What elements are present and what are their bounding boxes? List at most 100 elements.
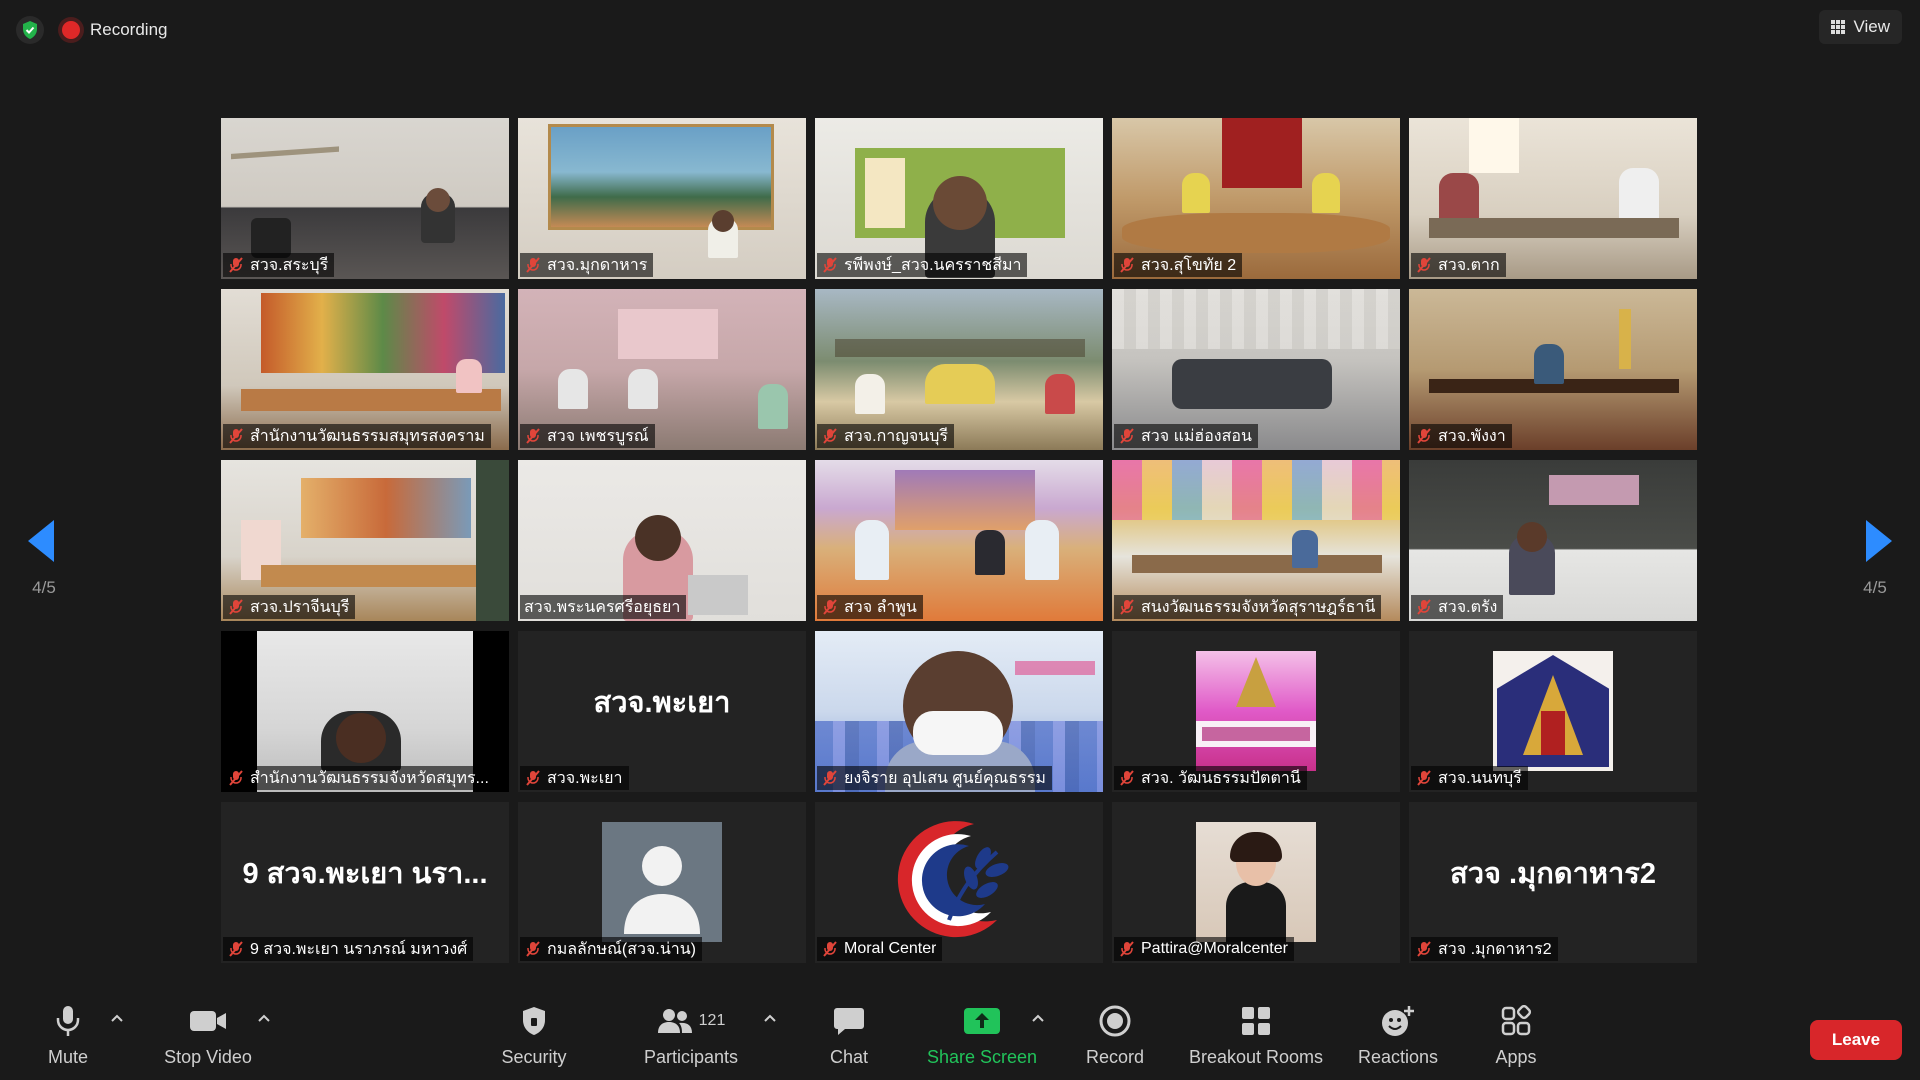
smiley-plus-icon	[1380, 1003, 1416, 1039]
participant-tile[interactable]: Pattira@Moralcenter	[1112, 802, 1400, 963]
stop-video-button[interactable]: Stop Video	[158, 1003, 258, 1075]
mute-button[interactable]: Mute	[40, 1003, 96, 1075]
record-button[interactable]: Record	[1084, 1003, 1146, 1075]
video-camera-icon	[189, 1003, 227, 1039]
share-screen-button[interactable]: Share Screen	[927, 1003, 1037, 1075]
shield-icon	[520, 1003, 548, 1039]
participant-tile[interactable]: สวจ.นนทบุรี	[1409, 631, 1697, 792]
audio-options-chevron-up-icon[interactable]	[109, 1011, 125, 1027]
participant-name: สำนักงานวัฒนธรรมสมุทรสงคราม	[250, 427, 485, 445]
participant-name: สวจ.พังงา	[1438, 427, 1506, 445]
participant-nameplate: สนงวัฒนธรรมจังหวัดสุราษฎร์ธานี	[1114, 595, 1382, 619]
participant-name: สนงวัฒนธรรมจังหวัดสุราษฎร์ธานี	[1141, 598, 1376, 616]
participant-tile[interactable]: สวจ.กาญจนบุรี	[815, 289, 1103, 450]
participant-name: สวจ. วัฒนธรรมปัตตานี	[1141, 769, 1301, 787]
apps-icon	[1500, 1003, 1532, 1039]
mic-muted-icon	[1120, 941, 1134, 957]
record-icon	[1099, 1003, 1131, 1039]
share-options-chevron-up-icon[interactable]	[1030, 1011, 1046, 1027]
mic-muted-icon	[229, 941, 243, 957]
next-page-arrow-icon[interactable]	[1858, 516, 1898, 566]
mic-muted-icon	[1417, 941, 1431, 957]
participant-tile[interactable]: สวจ.มุกดาหาร	[518, 118, 806, 279]
participant-tile[interactable]: รพีพงษ์_สวจ.นครราชสีมา	[815, 118, 1103, 279]
security-shield-icon[interactable]	[16, 16, 44, 44]
participant-tile[interactable]: สำนักงานวัฒนธรรมจังหวัดสมุทร...	[221, 631, 509, 792]
mic-muted-icon	[823, 770, 837, 786]
participant-nameplate: สำนักงานวัฒนธรรมจังหวัดสมุทร...	[223, 766, 495, 790]
apps-button[interactable]: Apps	[1490, 1003, 1542, 1075]
participant-nameplate: สวจ แม่ฮ่องสอน	[1114, 424, 1258, 448]
previous-page-arrow-icon[interactable]	[22, 516, 62, 566]
mute-label: Mute	[47, 1047, 89, 1067]
participant-tile[interactable]: สวจ.พระนครศรีอยุธยา	[518, 460, 806, 621]
participant-name: สวจ ลำพูน	[844, 598, 917, 616]
mic-muted-icon	[229, 428, 243, 444]
security-button[interactable]: Security	[496, 1003, 572, 1075]
participant-name: ยงจิราย อุปเสน ศูนย์คุณธรรม	[844, 769, 1046, 787]
participant-name: Moral Center	[844, 940, 937, 957]
video-options-chevron-up-icon[interactable]	[256, 1011, 272, 1027]
participant-nameplate: รพีพงษ์_สวจ.นครราชสีมา	[817, 253, 1028, 277]
apps-label: Apps	[1495, 1047, 1537, 1067]
participant-nameplate: สวจ.พะเยา	[520, 766, 629, 790]
participant-tile[interactable]: สวจ.ตาก	[1409, 118, 1697, 279]
participant-name: สวจ.พระนครศรีอยุธยา	[524, 598, 681, 616]
participant-tile[interactable]: สนงวัฒนธรรมจังหวัดสุราษฎร์ธานี	[1112, 460, 1400, 621]
participant-tile[interactable]: สวจ เพชรบูรณ์	[518, 289, 806, 450]
participant-nameplate: สวจ.พระนครศรีอยุธยา	[520, 595, 687, 619]
participant-tile[interactable]: สวจ แม่ฮ่องสอน	[1112, 289, 1400, 450]
participant-name: สวจ.ปราจีนบุรี	[250, 598, 350, 616]
participant-name: สวจ.ตรัง	[1438, 598, 1498, 616]
participant-tile[interactable]: สวจ.ตรัง	[1409, 460, 1697, 621]
participant-tile[interactable]: สวจ ลำพูน	[815, 460, 1103, 621]
participant-nameplate: สวจ .มุกดาหาร2	[1411, 937, 1558, 961]
microphone-icon	[55, 1003, 81, 1039]
view-button[interactable]: View	[1819, 10, 1902, 44]
mic-muted-icon	[1417, 257, 1431, 273]
page-indicator-left: 4/5	[32, 578, 56, 597]
participant-nameplate: สวจ.มุกดาหาร	[520, 253, 654, 277]
video-gallery: ▬▬▬▬▬▬ สวจ.สระบุรี สวจ.มุกดาหาร รพีพงษ์_…	[221, 118, 1699, 963]
participant-tile[interactable]: ยงจิราย อุปเสน ศูนย์คุณธรรม	[815, 631, 1103, 792]
participant-name: Pattira@Moralcenter	[1141, 940, 1288, 957]
participant-tile[interactable]: Moral Center	[815, 802, 1103, 963]
grid-icon	[1831, 20, 1846, 34]
chat-label: Chat	[829, 1047, 869, 1067]
mic-muted-icon	[526, 770, 540, 786]
page-indicator-right: 4/5	[1863, 578, 1887, 597]
participant-tile[interactable]: สวจ.ปราจีนบุรี	[221, 460, 509, 621]
participant-nameplate: ยงจิราย อุปเสน ศูนย์คุณธรรม	[817, 766, 1052, 790]
participant-name: สวจ.ตาก	[1438, 256, 1500, 274]
top-bar: Recording View	[0, 0, 1920, 60]
mic-muted-icon	[1120, 770, 1134, 786]
recording-indicator[interactable]: Recording	[62, 16, 168, 44]
participant-tile[interactable]: สวจ.พังงา	[1409, 289, 1697, 450]
breakout-rooms-button[interactable]: Breakout Rooms	[1186, 1003, 1326, 1075]
participant-avatar	[1196, 651, 1316, 771]
reactions-button[interactable]: Reactions	[1356, 1003, 1440, 1075]
participant-tile[interactable]: ▬▬▬▬▬▬ สวจ.สระบุรี	[221, 118, 509, 279]
participant-tile[interactable]: สำนักงานวัฒนธรรมสมุทรสงคราม	[221, 289, 509, 450]
participant-nameplate: Pattira@Moralcenter	[1114, 937, 1294, 961]
participant-tile[interactable]: 9 สวจ.พะเยา นรา... 9 สวจ.พะเยา นราภรณ์ ม…	[221, 802, 509, 963]
recording-label: Recording	[90, 20, 168, 39]
participant-avatar	[1493, 651, 1613, 771]
participant-tile[interactable]: สวจ. วัฒนธรรมปัตตานี	[1112, 631, 1400, 792]
participant-name: สวจ เพชรบูรณ์	[547, 427, 649, 445]
participant-name: สวจ.กาญจนบุรี	[844, 427, 948, 445]
chat-button[interactable]: Chat	[828, 1003, 870, 1075]
participant-nameplate: สวจ เพชรบูรณ์	[520, 424, 655, 448]
participants-button[interactable]: 121 Participants	[640, 1003, 742, 1075]
participant-tile[interactable]: สวจ .มุกดาหาร2 สวจ .มุกดาหาร2	[1409, 802, 1697, 963]
participant-tile[interactable]: สวจ.สุโขทัย 2	[1112, 118, 1400, 279]
mic-muted-icon	[526, 941, 540, 957]
participant-display-name: สวจ.พะเยา	[593, 687, 731, 719]
leave-button[interactable]: Leave	[1810, 1020, 1902, 1060]
mic-muted-icon	[526, 428, 540, 444]
participants-options-chevron-up-icon[interactable]	[762, 1011, 778, 1027]
participant-tile[interactable]: กมลลักษณ์(สวจ.น่าน)	[518, 802, 806, 963]
participant-tile[interactable]: สวจ.พะเยา สวจ.พะเยา	[518, 631, 806, 792]
view-label: View	[1853, 17, 1890, 36]
share-screen-icon	[963, 1003, 1001, 1039]
